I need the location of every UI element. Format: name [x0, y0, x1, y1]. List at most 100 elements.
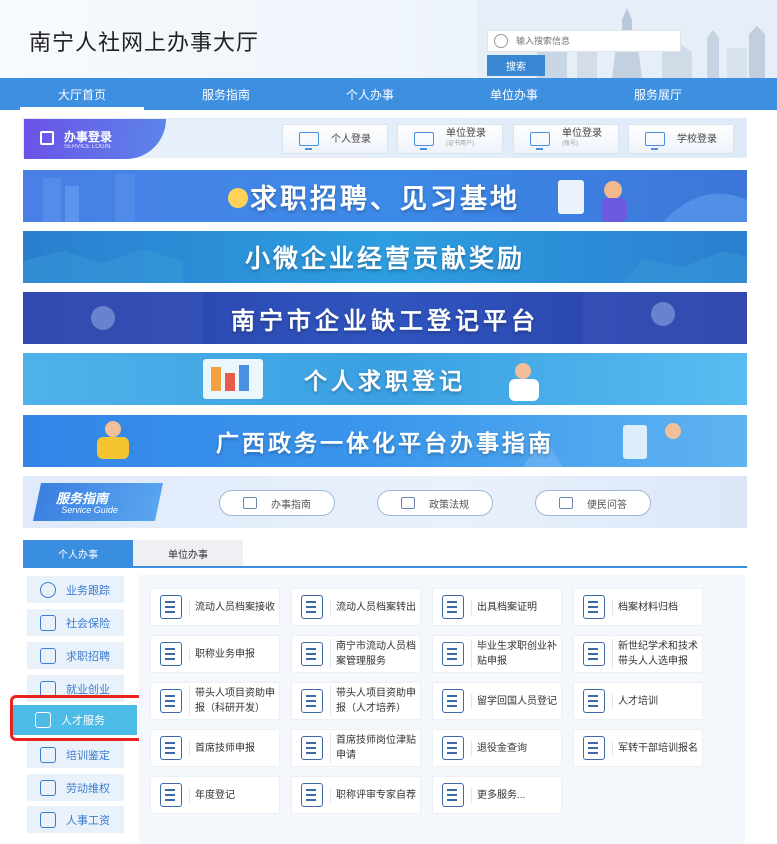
- service-item[interactable]: 出具档案证明: [432, 588, 562, 626]
- login-label: 学校登录: [677, 133, 717, 145]
- guide-button-policy[interactable]: 政策法规: [377, 490, 493, 516]
- banner-labor-shortage-platform[interactable]: 南宁市企业缺工登记平台: [23, 292, 747, 344]
- service-label: 首席技师申报: [189, 740, 255, 756]
- unit-account-login-button[interactable]: 单位登录 (账号): [513, 124, 619, 154]
- more-services-item[interactable]: 更多服务...: [432, 776, 562, 814]
- service-item[interactable]: 人才培训: [573, 682, 703, 720]
- insurance-icon: [40, 614, 56, 631]
- login-bar: 办事登录 SERVICE LOGIN 个人登录 单位登录 (证书用户) 单位登录 (…: [23, 118, 747, 159]
- document-icon: [160, 642, 182, 666]
- sidebar-item-job-recruitment[interactable]: 求职招聘: [27, 642, 124, 669]
- paper-plane-icon: [243, 497, 257, 509]
- banner-personal-job-registration[interactable]: 个人求职登记: [23, 353, 747, 405]
- login-label: 单位登录: [446, 128, 486, 139]
- service-label: 带头人项目资助申报（人才培养）: [330, 686, 420, 716]
- guide-button-faq[interactable]: 便民问答: [535, 490, 651, 516]
- flag-icon: [401, 497, 415, 509]
- site-title: 南宁人社网上办事大厅: [29, 30, 260, 55]
- service-item[interactable]: 流动人员档案接收: [150, 588, 280, 626]
- banner-guangxi-gov-guide[interactable]: 广西政务一体化平台办事指南: [23, 415, 747, 467]
- sidebar-item-label: 培训鉴定: [66, 749, 110, 762]
- document-icon: [301, 595, 323, 619]
- service-item[interactable]: 带头人项目资助申报（科研开发）: [150, 682, 280, 720]
- service-label: 职称业务申报: [189, 646, 255, 662]
- service-item[interactable]: 留学回国人员登记: [432, 682, 562, 720]
- document-icon: [160, 595, 182, 619]
- banner-title: 个人求职登记: [304, 368, 466, 394]
- search-box[interactable]: [487, 30, 681, 52]
- nav-personal[interactable]: 个人办事: [298, 78, 442, 110]
- document-icon: [160, 736, 182, 760]
- service-label: 新世纪学术和技术带头人人选申报: [612, 639, 702, 669]
- service-label: 流动人员档案接收: [189, 599, 275, 615]
- personal-login-button[interactable]: 个人登录: [282, 124, 388, 154]
- sidebar-item-labor-rights[interactable]: 劳动维权: [27, 774, 124, 801]
- tab-personal[interactable]: 个人办事: [23, 540, 133, 566]
- service-item[interactable]: 退役金查询: [432, 729, 562, 767]
- login-badge: 办事登录 SERVICE LOGIN: [24, 119, 166, 159]
- service-item[interactable]: 毕业生求职创业补贴申报: [432, 635, 562, 673]
- service-label: 年度登记: [189, 787, 235, 803]
- sidebar-item-label: 业务跟踪: [66, 584, 110, 597]
- service-label: 人才培训: [612, 693, 658, 709]
- login-label: 个人登录: [331, 133, 371, 145]
- calculator-icon: [301, 642, 323, 666]
- main-nav: 大厅首页 服务指南 个人办事 单位办事 服务展厅: [0, 78, 777, 110]
- service-guide-badge: 服务指南 Service Guide: [32, 483, 164, 521]
- job-seeker-icon: [40, 647, 56, 664]
- banner-small-business-award[interactable]: 小微企业经营贡献奖励: [23, 231, 747, 283]
- building-icon: [40, 131, 54, 145]
- service-item[interactable]: 南宁市流动人员档案管理服务: [291, 635, 421, 673]
- service-item[interactable]: 首席技师岗位津贴申请: [291, 729, 421, 767]
- school-login-button[interactable]: 学校登录: [628, 124, 734, 154]
- login-sublabel: (账号): [562, 141, 578, 147]
- sidebar-item-label: 社会保险: [66, 617, 110, 630]
- login-sublabel: (证书用户): [446, 141, 474, 147]
- nav-service-guide[interactable]: 服务指南: [154, 78, 298, 110]
- document-icon: [301, 736, 323, 760]
- service-label: 更多服务...: [471, 787, 525, 803]
- search-input[interactable]: [516, 36, 666, 46]
- sidebar-item-personnel-salary[interactable]: 人事工资: [27, 806, 124, 833]
- service-label: 流动人员档案转出: [330, 599, 416, 615]
- service-label: 南宁市流动人员档案管理服务: [330, 639, 420, 669]
- person-head-icon: [442, 689, 464, 713]
- service-item[interactable]: 年度登记: [150, 776, 280, 814]
- service-label: 退役金查询: [471, 740, 527, 756]
- sidebar-item-social-insurance[interactable]: 社会保险: [27, 609, 124, 636]
- unit-cert-login-button[interactable]: 单位登录 (证书用户): [397, 124, 503, 154]
- document-icon: [160, 689, 182, 713]
- guide-button-handbook[interactable]: 办事指南: [219, 490, 335, 516]
- guide-button-label: 办事指南: [271, 499, 311, 511]
- service-item[interactable]: 军转干部培训报名: [573, 729, 703, 767]
- service-item[interactable]: 新世纪学术和技术带头人人选申报: [573, 635, 703, 673]
- login-title: 办事登录: [64, 130, 113, 144]
- search-button[interactable]: 搜索: [487, 55, 545, 76]
- tab-unit[interactable]: 单位办事: [133, 540, 243, 566]
- certificate-icon: [442, 595, 464, 619]
- service-item[interactable]: 流动人员档案转出: [291, 588, 421, 626]
- monitor-icon: [645, 132, 665, 150]
- sidebar-item-business-tracking[interactable]: 业务跟踪: [27, 576, 124, 603]
- monitor-icon: [530, 132, 550, 150]
- sidebar-item-label: 求职招聘: [66, 650, 110, 663]
- service-item[interactable]: 档案材料归档: [573, 588, 703, 626]
- nav-home[interactable]: 大厅首页: [10, 78, 154, 110]
- service-item[interactable]: 职称评审专家自荐: [291, 776, 421, 814]
- sidebar-item-label: 劳动维权: [66, 782, 110, 795]
- service-item[interactable]: 带头人项目资助申报（人才培养）: [291, 682, 421, 720]
- payroll-icon: [40, 811, 56, 828]
- presentation-icon: [301, 689, 323, 713]
- nav-unit[interactable]: 单位办事: [442, 78, 586, 110]
- site-header: 南宁人社网上办事大厅 搜索: [0, 0, 777, 78]
- training-board-icon: [583, 689, 605, 713]
- banner-title: 求职招聘、见习基地: [250, 183, 520, 214]
- login-subtitle: SERVICE LOGIN: [64, 144, 111, 150]
- sidebar-item-training[interactable]: 培训鉴定: [27, 741, 124, 768]
- nav-exhibition[interactable]: 服务展厅: [586, 78, 730, 110]
- service-item[interactable]: 首席技师申报: [150, 729, 280, 767]
- sidebar-item-label: 人事工资: [66, 814, 110, 827]
- training-icon: [40, 746, 56, 763]
- service-item[interactable]: 职称业务申报: [150, 635, 280, 673]
- banner-job-recruitment[interactable]: 求职招聘、见习基地: [23, 170, 747, 222]
